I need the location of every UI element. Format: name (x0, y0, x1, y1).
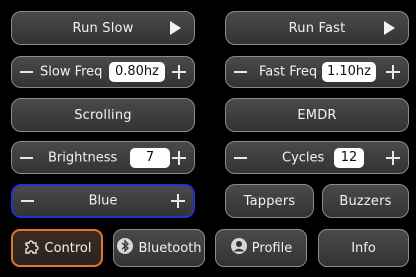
scrolling-button[interactable]: Scrolling (11, 98, 195, 132)
tab-bluetooth[interactable]: Bluetooth (113, 229, 205, 267)
fast-freq-stepper: Fast Freq 1.10hz (225, 56, 409, 88)
bluetooth-icon (116, 237, 134, 259)
minus-icon[interactable] (20, 71, 33, 73)
brightness-stepper: Brightness 7 (11, 141, 195, 174)
run-slow-label: Run Slow (72, 20, 134, 36)
tab-profile[interactable]: Profile (215, 229, 307, 267)
cycles-stepper: Cycles 12 (225, 141, 409, 174)
tab-control-label: Control (44, 240, 92, 256)
fast-freq-value: 1.10hz (322, 62, 376, 82)
slow-freq-label: Slow Freq (40, 64, 103, 80)
buzzers-button[interactable]: Buzzers (322, 184, 409, 218)
tab-bluetooth-label: Bluetooth (138, 240, 202, 256)
tab-profile-label: Profile (251, 240, 293, 256)
plus-icon[interactable] (171, 194, 185, 208)
profile-icon (230, 237, 248, 259)
run-slow-button[interactable]: Run Slow (11, 11, 195, 45)
tab-control[interactable]: Control (11, 229, 103, 267)
buzzers-label: Buzzers (339, 193, 392, 209)
minus-icon[interactable] (234, 71, 247, 73)
slow-freq-value: 0.80hz (109, 62, 165, 82)
run-fast-button[interactable]: Run Fast (225, 11, 409, 45)
plus-icon[interactable] (386, 150, 400, 165)
tappers-button[interactable]: Tappers (225, 184, 314, 218)
color-label: Blue (88, 193, 118, 209)
plus-icon[interactable] (386, 65, 400, 79)
brightness-label: Brightness (48, 150, 118, 165)
plus-icon[interactable] (172, 65, 186, 79)
emdr-label: EMDR (297, 107, 337, 123)
emdr-button[interactable]: EMDR (225, 98, 409, 132)
scrolling-label: Scrolling (74, 107, 132, 123)
play-icon (170, 21, 181, 35)
color-stepper: Blue (11, 184, 195, 218)
run-fast-label: Run Fast (288, 20, 346, 36)
puzzle-icon (23, 237, 41, 259)
brightness-value: 7 (130, 147, 170, 168)
plus-icon[interactable] (172, 150, 186, 165)
slow-freq-stepper: Slow Freq 0.80hz (11, 56, 195, 88)
cycles-value: 12 (334, 147, 364, 168)
tab-info[interactable]: Info (318, 229, 409, 267)
play-icon (384, 21, 395, 35)
minus-icon[interactable] (234, 156, 247, 159)
fast-freq-label: Fast Freq (259, 64, 318, 80)
tab-info-label: Info (351, 240, 376, 256)
minus-icon[interactable] (20, 156, 33, 159)
tappers-label: Tappers (243, 193, 296, 209)
cycles-label: Cycles (282, 150, 325, 165)
